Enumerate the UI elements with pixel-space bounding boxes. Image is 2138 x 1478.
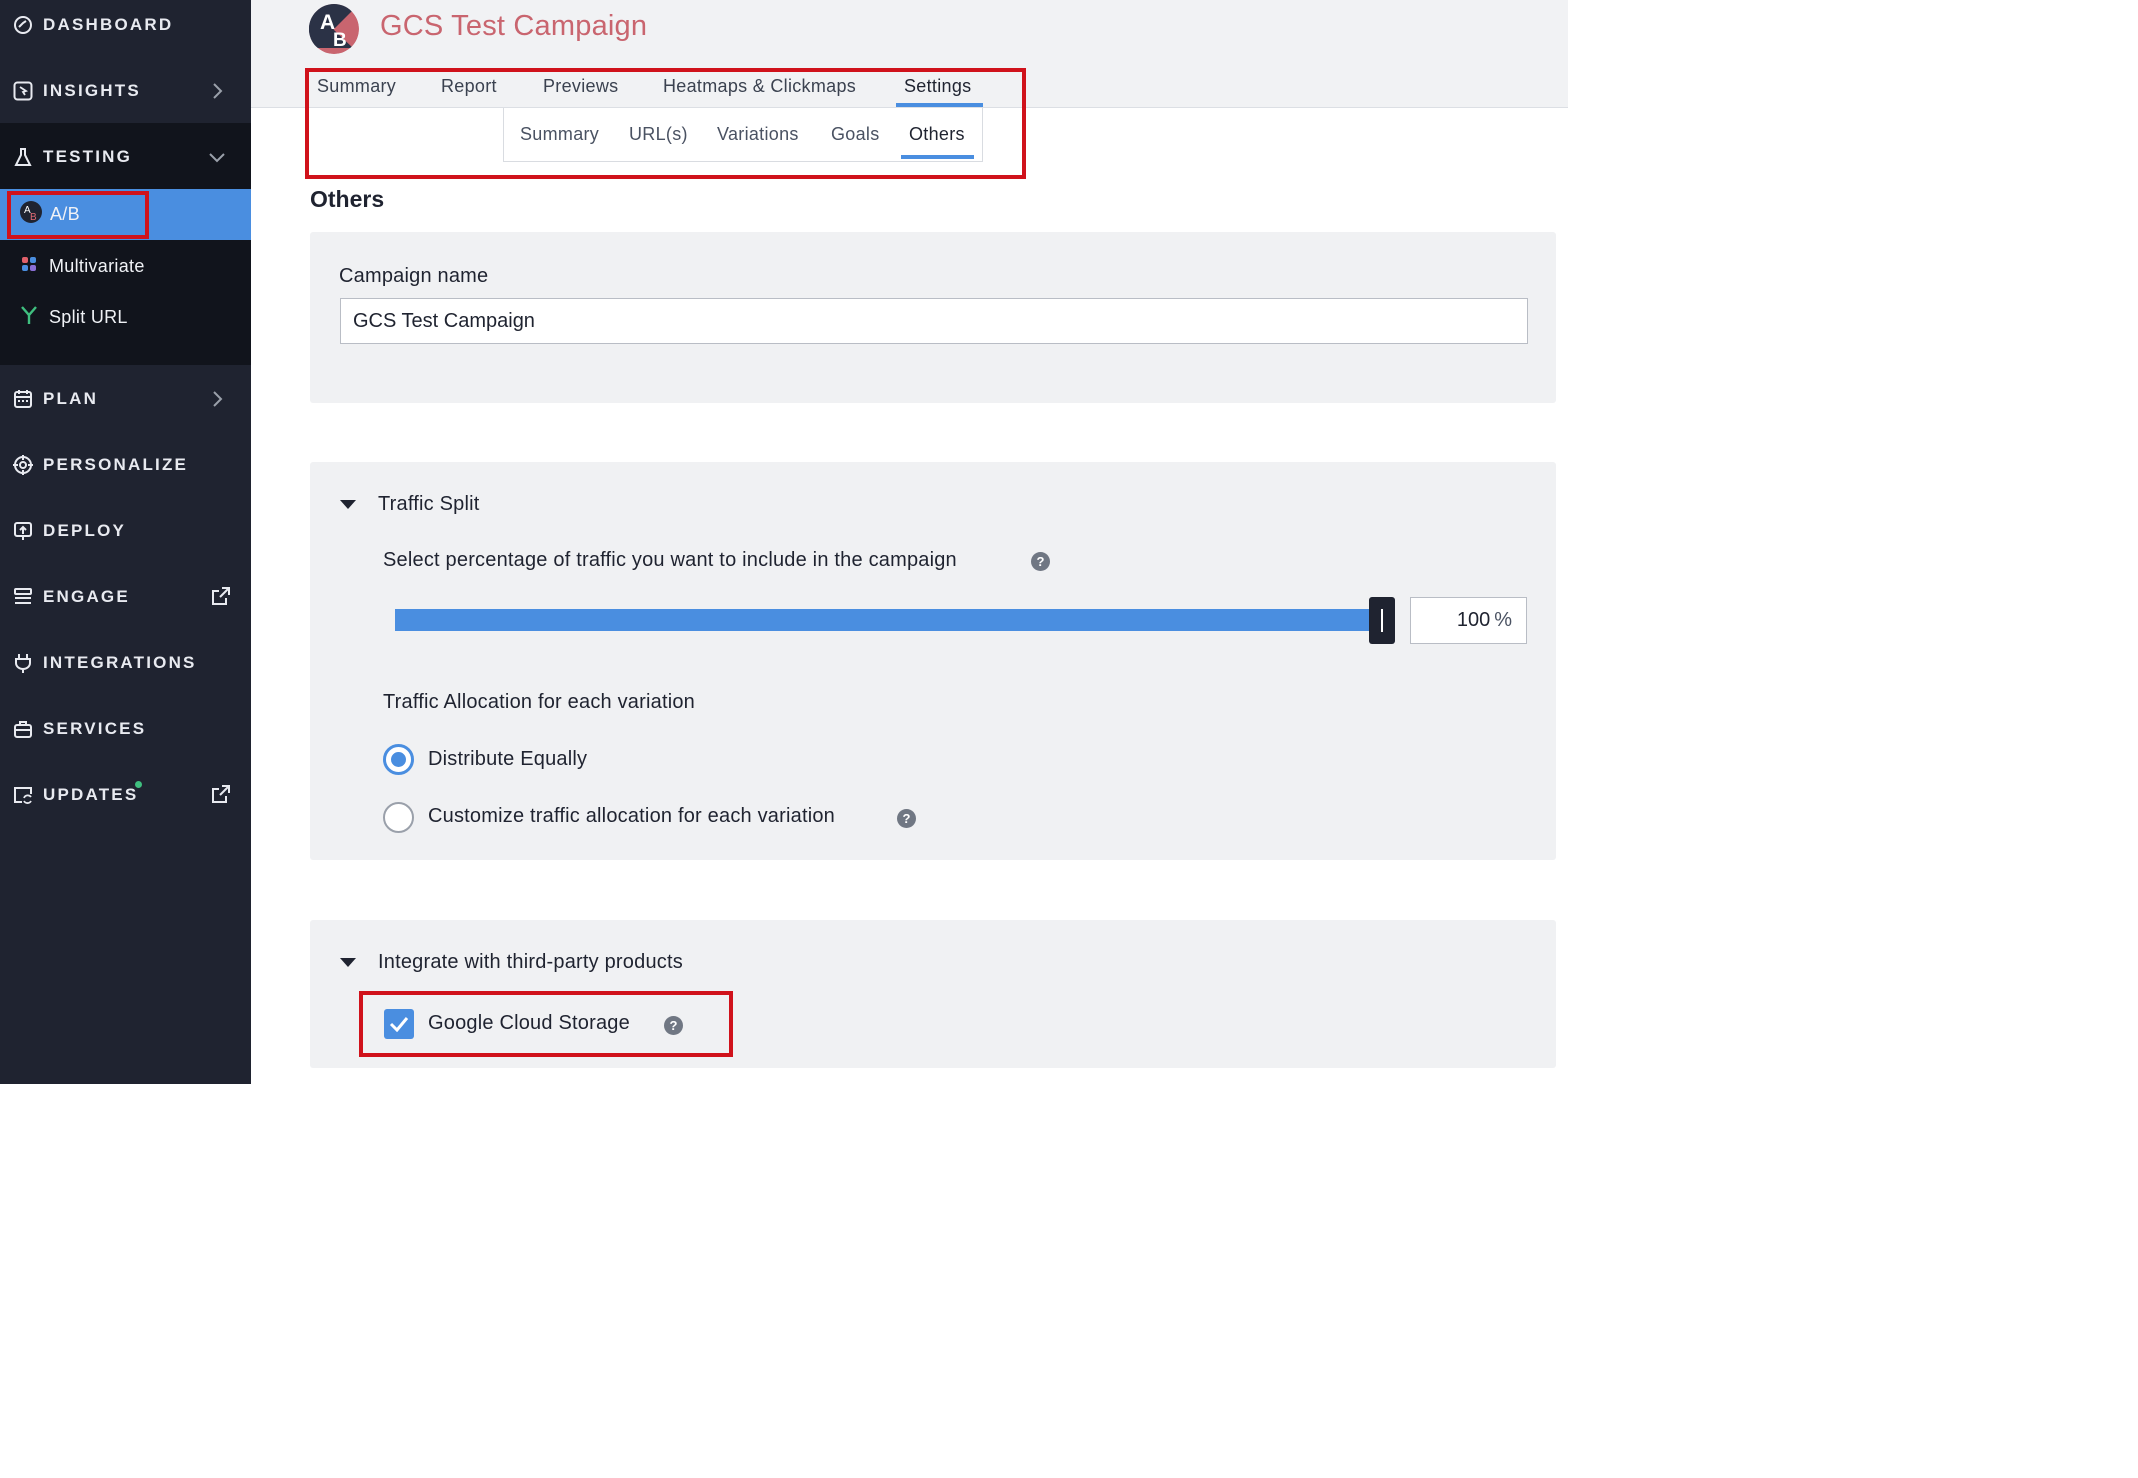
split-url-icon xyxy=(20,305,38,330)
nav-dashboard-label: DASHBOARD xyxy=(43,15,174,34)
traffic-allocation-label: Traffic Allocation for each variation xyxy=(383,691,695,713)
collapse-caret-icon[interactable] xyxy=(340,958,356,967)
engage-stack-icon xyxy=(12,586,34,608)
option-customize-allocation-label[interactable]: Customize traffic allocation for each va… xyxy=(428,805,835,828)
nav-deploy[interactable]: DEPLOY xyxy=(0,507,251,555)
updates-refresh-icon xyxy=(12,784,34,806)
nav-testing[interactable]: TESTING xyxy=(0,133,251,181)
nav-personalize[interactable]: PERSONALIZE xyxy=(0,441,251,489)
flask-icon xyxy=(12,146,34,168)
campaign-name-card: Campaign name xyxy=(310,232,1556,403)
campaign-name-label: Campaign name xyxy=(339,265,489,287)
nav-integrations[interactable]: INTEGRATIONS xyxy=(0,639,251,687)
traffic-slider-handle[interactable] xyxy=(1369,597,1395,644)
highlight-box-gcs xyxy=(359,991,733,1057)
nav-insights-label: INSIGHTS xyxy=(43,81,141,100)
page-title: GCS Test Campaign xyxy=(380,10,648,42)
highlight-box-ab xyxy=(7,191,149,239)
help-icon[interactable]: ? xyxy=(1031,552,1050,571)
plug-icon xyxy=(12,652,34,674)
briefcase-icon xyxy=(12,718,34,740)
sidebar-item-split-url[interactable]: Split URL xyxy=(0,292,251,343)
sidebar-item-split-url-label: Split URL xyxy=(49,307,128,327)
deploy-upload-icon xyxy=(12,520,34,542)
nav-plan-label: PLAN xyxy=(43,389,99,408)
nav-updates-label: UPDATES xyxy=(43,785,139,804)
traffic-percent-label: Select percentage of traffic you want to… xyxy=(383,549,957,571)
radio-distribute-equally[interactable] xyxy=(383,744,414,775)
integrations-heading: Integrate with third-party products xyxy=(378,951,683,973)
nav-personalize-label: PERSONALIZE xyxy=(43,455,189,474)
traffic-slider-track[interactable] xyxy=(395,609,1382,631)
chevron-right-icon xyxy=(213,391,223,407)
traffic-percent-value: 100 xyxy=(1456,609,1491,631)
radio-customize-allocation[interactable] xyxy=(383,802,414,833)
nav-services-label: SERVICES xyxy=(43,719,147,738)
svg-text:B: B xyxy=(333,30,347,51)
sidebar-item-multivariate[interactable]: Multivariate xyxy=(0,241,251,292)
crosshair-icon xyxy=(12,454,34,476)
option-distribute-equally-label[interactable]: Distribute Equally xyxy=(428,748,587,771)
help-icon[interactable]: ? xyxy=(897,809,916,828)
nav-dashboard[interactable]: DASHBOARD xyxy=(0,1,251,49)
chevron-down-icon xyxy=(209,153,225,163)
traffic-split-card: Traffic Split Select percentage of traff… xyxy=(310,462,1556,860)
nav-services[interactable]: SERVICES xyxy=(0,705,251,753)
nav-testing-label: TESTING xyxy=(43,147,133,166)
section-title: Others xyxy=(310,186,385,212)
nav-insights[interactable]: INSIGHTS xyxy=(0,67,251,115)
nav-integrations-label: INTEGRATIONS xyxy=(43,653,197,672)
sidebar: DASHBOARD INSIGHTS TESTING AB A/B Multiv xyxy=(0,0,251,1084)
calendar-icon xyxy=(12,388,34,410)
nav-engage[interactable]: ENGAGE xyxy=(0,573,251,621)
percent-sign: % xyxy=(1494,609,1512,631)
traffic-slider-fill xyxy=(395,609,1382,631)
testing-section: TESTING AB A/B Multivariate Split URL xyxy=(0,123,251,365)
nav-updates[interactable]: UPDATES xyxy=(0,771,251,819)
collapse-caret-icon[interactable] xyxy=(340,500,356,509)
nav-engage-label: ENGAGE xyxy=(43,587,130,606)
dashboard-gauge-icon xyxy=(12,14,34,36)
campaign-name-input[interactable] xyxy=(340,298,1528,344)
traffic-percent-input[interactable]: 100 % xyxy=(1410,597,1527,644)
traffic-split-heading: Traffic Split xyxy=(378,493,480,515)
highlight-box-tabs xyxy=(305,68,1026,179)
multivariate-grid-icon xyxy=(20,255,38,278)
update-indicator-dot xyxy=(135,781,142,788)
ab-logo: A B xyxy=(309,4,359,54)
external-link-icon xyxy=(212,785,230,803)
nav-deploy-label: DEPLOY xyxy=(43,521,127,540)
sidebar-item-multivariate-label: Multivariate xyxy=(49,256,145,276)
insights-cursor-icon xyxy=(12,80,34,102)
chevron-right-icon xyxy=(213,83,223,99)
nav-plan[interactable]: PLAN xyxy=(0,375,251,423)
external-link-icon xyxy=(212,587,230,605)
